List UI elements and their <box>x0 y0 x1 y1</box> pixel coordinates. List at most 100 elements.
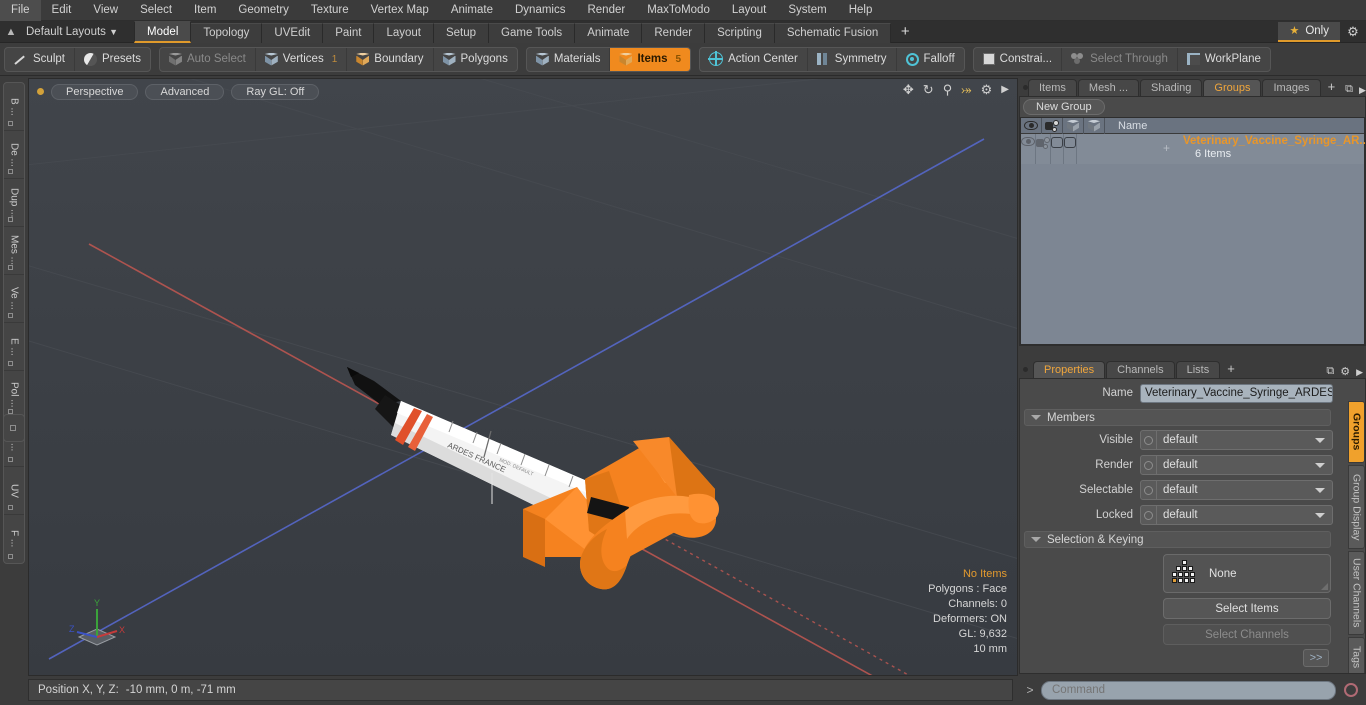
tab-paint[interactable]: Paint <box>323 22 375 43</box>
sidebar-item-deform[interactable]: De ... <box>4 131 24 179</box>
render-dropdown[interactable]: default <box>1140 455 1333 475</box>
gear-icon[interactable]: ⚙ <box>1337 365 1353 378</box>
command-input[interactable] <box>1041 680 1336 700</box>
tab-topology[interactable]: Topology <box>191 22 263 43</box>
play-icon[interactable]: ▶ <box>1353 367 1366 378</box>
falloff-button[interactable]: Falloff <box>897 48 964 71</box>
tab-mesh[interactable]: Mesh ... <box>1077 79 1140 96</box>
add-tab-button[interactable]: + <box>891 21 919 43</box>
presets-button[interactable]: Presets <box>75 48 150 71</box>
workplane-button[interactable]: WorkPlane <box>1178 48 1270 71</box>
expand-more-button[interactable]: >> <box>1303 649 1329 667</box>
selectable-dropdown[interactable]: default <box>1140 480 1333 500</box>
sidebar-item-vertex[interactable]: Ve ... <box>4 275 24 323</box>
locked-dropdown[interactable]: default <box>1140 505 1333 525</box>
tab-scripting[interactable]: Scripting <box>705 22 775 43</box>
sidebar-extra-button[interactable] <box>3 414 25 442</box>
menu-item-dynamics[interactable]: Dynamics <box>504 0 576 21</box>
vertices-button[interactable]: Vertices 1 <box>256 47 348 71</box>
tab-setup[interactable]: Setup <box>433 22 490 43</box>
name-field[interactable]: Veterinary_Vaccine_Syringe_ARDES_1 <box>1140 383 1333 403</box>
play-icon[interactable]: ▶ <box>1001 83 1009 97</box>
menu-item-maxtomodo[interactable]: MaxToModo <box>636 0 721 21</box>
groups-list-empty-area[interactable] <box>1021 164 1364 344</box>
play-icon[interactable]: ▶ <box>1356 85 1366 96</box>
add-tab-button[interactable]: + <box>1221 361 1241 378</box>
only-toggle[interactable]: ★ Only <box>1278 21 1340 42</box>
tab-uvedit[interactable]: UVEdit <box>262 22 324 43</box>
new-group-button[interactable]: New Group <box>1023 99 1105 115</box>
tab-images[interactable]: Images <box>1262 79 1321 96</box>
tab-layout[interactable]: Layout <box>374 22 434 43</box>
menu-item-item[interactable]: Item <box>183 0 227 21</box>
menu-item-texture[interactable]: Texture <box>300 0 360 21</box>
menu-item-file[interactable]: File <box>0 0 41 21</box>
tab-groups[interactable]: Groups <box>1203 79 1262 96</box>
sidebar-item-fusion[interactable]: F ... <box>4 515 24 563</box>
menu-item-geometry[interactable]: Geometry <box>227 0 300 21</box>
menu-item-edit[interactable]: Edit <box>41 0 83 21</box>
vtab-user-channels[interactable]: User Channels <box>1348 551 1365 635</box>
menu-item-view[interactable]: View <box>82 0 129 21</box>
move-icon[interactable]: ✥ <box>903 83 914 97</box>
tab-channels[interactable]: Channels <box>1106 361 1175 378</box>
polygons-button[interactable]: Polygons <box>434 48 517 71</box>
default-layouts-dropdown[interactable]: Default Layouts ▼ <box>22 21 126 43</box>
expander-icon[interactable]: + <box>1163 142 1170 154</box>
sidebar-item-duplicate[interactable]: Dup ... <box>4 179 24 227</box>
gear-icon[interactable]: ⚙ <box>981 83 993 97</box>
panel-menu-dot-icon[interactable] <box>1023 360 1033 378</box>
home-icon[interactable]: ▲ <box>0 21 22 43</box>
sculpt-button[interactable]: Sculpt <box>5 47 75 71</box>
items-button[interactable]: Items 5 <box>610 47 691 71</box>
gear-icon[interactable]: ⚙ <box>1340 24 1366 40</box>
tab-shading[interactable]: Shading <box>1140 79 1203 96</box>
vtab-tags[interactable]: Tags <box>1348 637 1365 673</box>
menu-item-layout[interactable]: Layout <box>721 0 778 21</box>
row-render-toggle[interactable] <box>1036 134 1051 164</box>
row-visible-toggle[interactable] <box>1021 134 1036 164</box>
sidebar-item-basic[interactable]: B ... <box>4 83 24 131</box>
3d-viewport[interactable]: ARDES FRANCE MOD. DEFAULT Perspective Ad… <box>28 78 1018 676</box>
tab-render[interactable]: Render <box>642 22 706 43</box>
rotate-icon[interactable]: ↻ <box>923 83 934 97</box>
row-shade-checkbox-2[interactable] <box>1064 134 1077 164</box>
vtab-group-display[interactable]: Group Display <box>1348 465 1365 549</box>
tab-properties[interactable]: Properties <box>1033 361 1106 378</box>
visible-dropdown[interactable]: default <box>1140 430 1333 450</box>
fit-icon[interactable]: ⤖ <box>961 83 971 97</box>
popout-icon[interactable]: ⧉ <box>1323 365 1337 378</box>
tab-lists[interactable]: Lists <box>1175 361 1221 378</box>
menu-item-render[interactable]: Render <box>576 0 636 21</box>
row-name-cell[interactable]: + Veterinary_Vaccine_Syringe_AR... 6 Ite… <box>1077 134 1366 164</box>
tab-game-tools[interactable]: Game Tools <box>489 22 576 43</box>
auto-select-button[interactable]: Auto Select <box>160 47 256 71</box>
table-row[interactable]: + Veterinary_Vaccine_Syringe_AR... 6 Ite… <box>1021 134 1366 164</box>
menu-item-select[interactable]: Select <box>129 0 183 21</box>
boundary-button[interactable]: Boundary <box>347 47 434 71</box>
constraint-button[interactable]: Constrai... <box>974 47 1063 71</box>
popout-icon[interactable]: ⧉ <box>1342 83 1356 96</box>
viewport-raygl-dropdown[interactable]: Ray GL: Off <box>231 83 320 100</box>
tab-schematic-fusion[interactable]: Schematic Fusion <box>774 22 892 43</box>
vtab-groups[interactable]: Groups <box>1348 401 1365 463</box>
select-items-button[interactable]: Select Items <box>1163 598 1331 619</box>
members-section-header[interactable]: Members <box>1024 409 1331 426</box>
tab-animate[interactable]: Animate <box>575 22 643 43</box>
symmetry-button[interactable]: Symmetry <box>808 47 897 71</box>
viewport-perspective-dropdown[interactable]: Perspective <box>51 83 139 100</box>
add-tab-button[interactable]: + <box>1322 79 1342 96</box>
viewport-shading-dropdown[interactable]: Advanced <box>145 83 225 100</box>
materials-button[interactable]: Materials <box>527 47 611 71</box>
record-icon[interactable] <box>1340 680 1362 700</box>
tab-items[interactable]: Items <box>1028 79 1077 96</box>
select-through-button[interactable]: Select Through <box>1062 47 1178 71</box>
sidebar-item-polygon[interactable]: Pol ... <box>4 371 24 419</box>
menu-item-animate[interactable]: Animate <box>440 0 504 21</box>
tab-model[interactable]: Model <box>134 20 192 43</box>
sidebar-item-edge[interactable]: E ... <box>4 323 24 371</box>
zoom-icon[interactable]: ⚲ <box>943 83 953 97</box>
action-center-button[interactable]: Action Center <box>700 47 808 71</box>
selection-set-widget[interactable]: None <box>1163 554 1331 593</box>
menu-item-help[interactable]: Help <box>838 0 884 21</box>
